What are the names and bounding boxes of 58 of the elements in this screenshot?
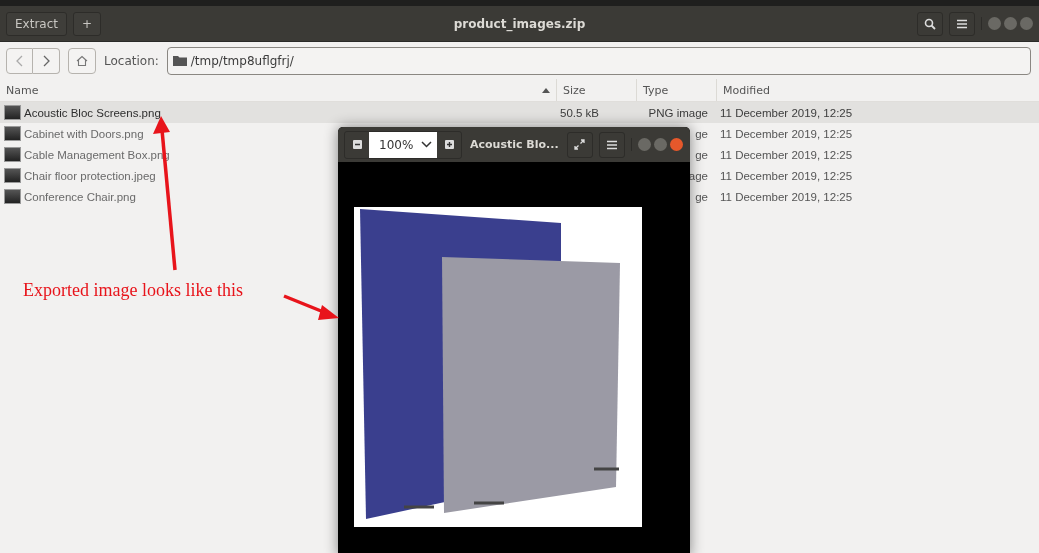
home-icon (76, 54, 88, 67)
location-label: Location: (104, 53, 159, 68)
column-header[interactable]: Size (556, 79, 636, 101)
column-header[interactable]: Modified (716, 79, 1039, 101)
home-button[interactable] (68, 47, 96, 74)
image-file-icon (4, 189, 21, 204)
close-button[interactable] (1020, 17, 1033, 30)
file-modified: 11 December 2019, 12:25 (720, 148, 853, 161)
file-type: ge (695, 190, 708, 203)
menu-icon (957, 18, 967, 29)
annotation-text: Exported image looks like this (23, 280, 243, 301)
maximize-button[interactable] (1004, 17, 1017, 30)
search-button[interactable] (917, 11, 943, 36)
file-type: age (688, 169, 708, 182)
column-header[interactable]: Type (636, 79, 716, 101)
file-type: ge (695, 148, 708, 161)
menu-button[interactable] (949, 11, 975, 36)
header-button[interactable]: Extract (6, 11, 67, 36)
minimize-button[interactable] (988, 17, 1001, 30)
maximize-button[interactable] (653, 138, 667, 151)
image-file-icon (4, 105, 21, 120)
image-file-icon (4, 147, 21, 162)
zoom-dropdown[interactable]: 100% (369, 131, 437, 158)
forward-button[interactable] (33, 47, 60, 74)
image-file-icon (4, 168, 21, 183)
file-name[interactable]: Acoustic Bloc Screens.png (24, 106, 161, 119)
column-header[interactable]: Name (0, 79, 556, 101)
expand-arrows-icon (574, 139, 586, 150)
file-modified: 11 December 2019, 12:25 (720, 190, 853, 203)
file-type: PNG image (648, 106, 708, 119)
sort-up-icon (542, 87, 550, 93)
chevron-right-icon (42, 54, 50, 67)
menu-button[interactable] (598, 131, 625, 158)
file-type: ge (695, 127, 708, 140)
viewer-title: Acoustic Blo... (469, 138, 560, 151)
window-title: product_images.zip (453, 16, 586, 31)
chevron-down-icon (421, 141, 432, 148)
fullscreen-button[interactable] (566, 131, 593, 158)
file-size: 50.5 kB (560, 106, 599, 119)
file-modified: 11 December 2019, 12:25 (720, 106, 853, 119)
annotation-arrow (283, 294, 339, 320)
search-icon (924, 17, 936, 30)
chevron-left-icon (15, 54, 24, 67)
folder-icon (172, 55, 187, 66)
header-button[interactable]: + (73, 11, 102, 36)
file-name[interactable]: Cabinet with Doors.png (24, 127, 144, 140)
image-file-icon (4, 126, 21, 141)
close-button[interactable] (669, 138, 683, 151)
file-name[interactable]: Chair floor protection.jpeg (24, 169, 156, 182)
minus-icon (352, 140, 362, 149)
minimize-button[interactable] (637, 138, 651, 151)
location-field[interactable]: /tmp/tmp8uflgfrj/ (166, 46, 1031, 75)
file-name[interactable]: Conference Chair.png (24, 190, 136, 203)
file-modified: 11 December 2019, 12:25 (720, 169, 853, 182)
plus-icon (444, 140, 454, 149)
menu-icon (606, 139, 617, 150)
file-modified: 11 December 2019, 12:25 (720, 127, 853, 140)
back-button[interactable] (6, 47, 33, 74)
